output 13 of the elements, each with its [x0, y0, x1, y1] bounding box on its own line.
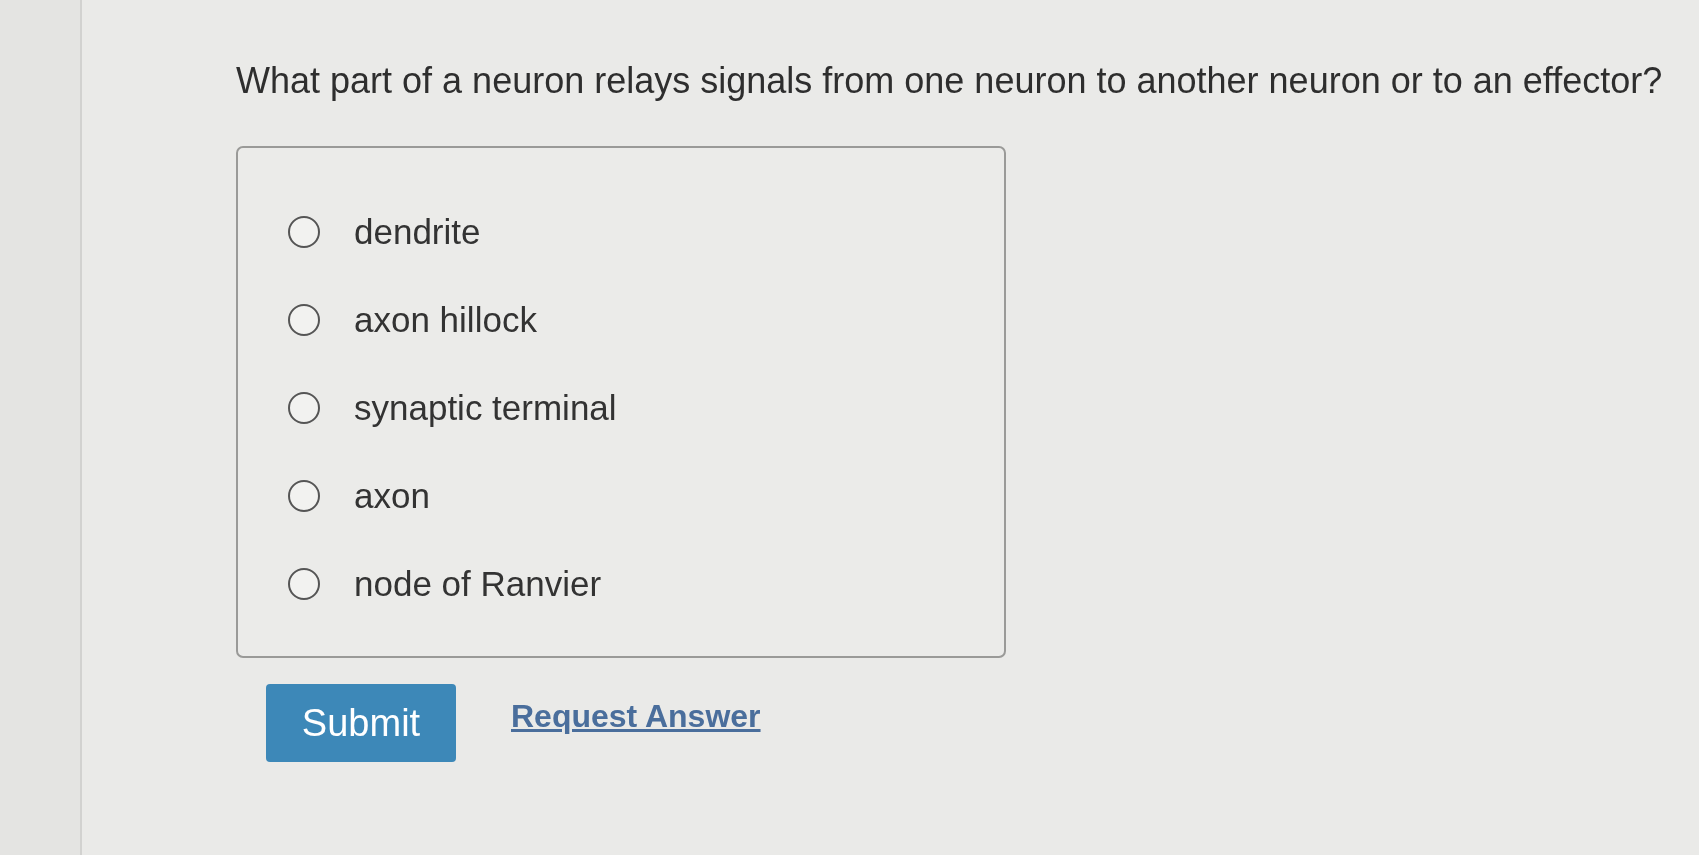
- radio-button[interactable]: [288, 216, 320, 248]
- option-label[interactable]: axon hillock: [354, 299, 537, 341]
- radio-button[interactable]: [288, 568, 320, 600]
- radio-button[interactable]: [288, 392, 320, 424]
- option-label[interactable]: axon: [354, 475, 430, 517]
- request-answer-link[interactable]: Request Answer: [511, 697, 761, 735]
- question-text: What part of a neuron relays signals from one neuron to another neuron or to an effector?: [236, 60, 1663, 102]
- radio-button[interactable]: [288, 480, 320, 512]
- option-label[interactable]: dendrite: [354, 211, 481, 253]
- submit-button[interactable]: Submit: [266, 684, 456, 762]
- option-label[interactable]: node of Ranvier: [354, 563, 602, 605]
- option-label[interactable]: synaptic terminal: [354, 387, 617, 429]
- radio-button[interactable]: [288, 304, 320, 336]
